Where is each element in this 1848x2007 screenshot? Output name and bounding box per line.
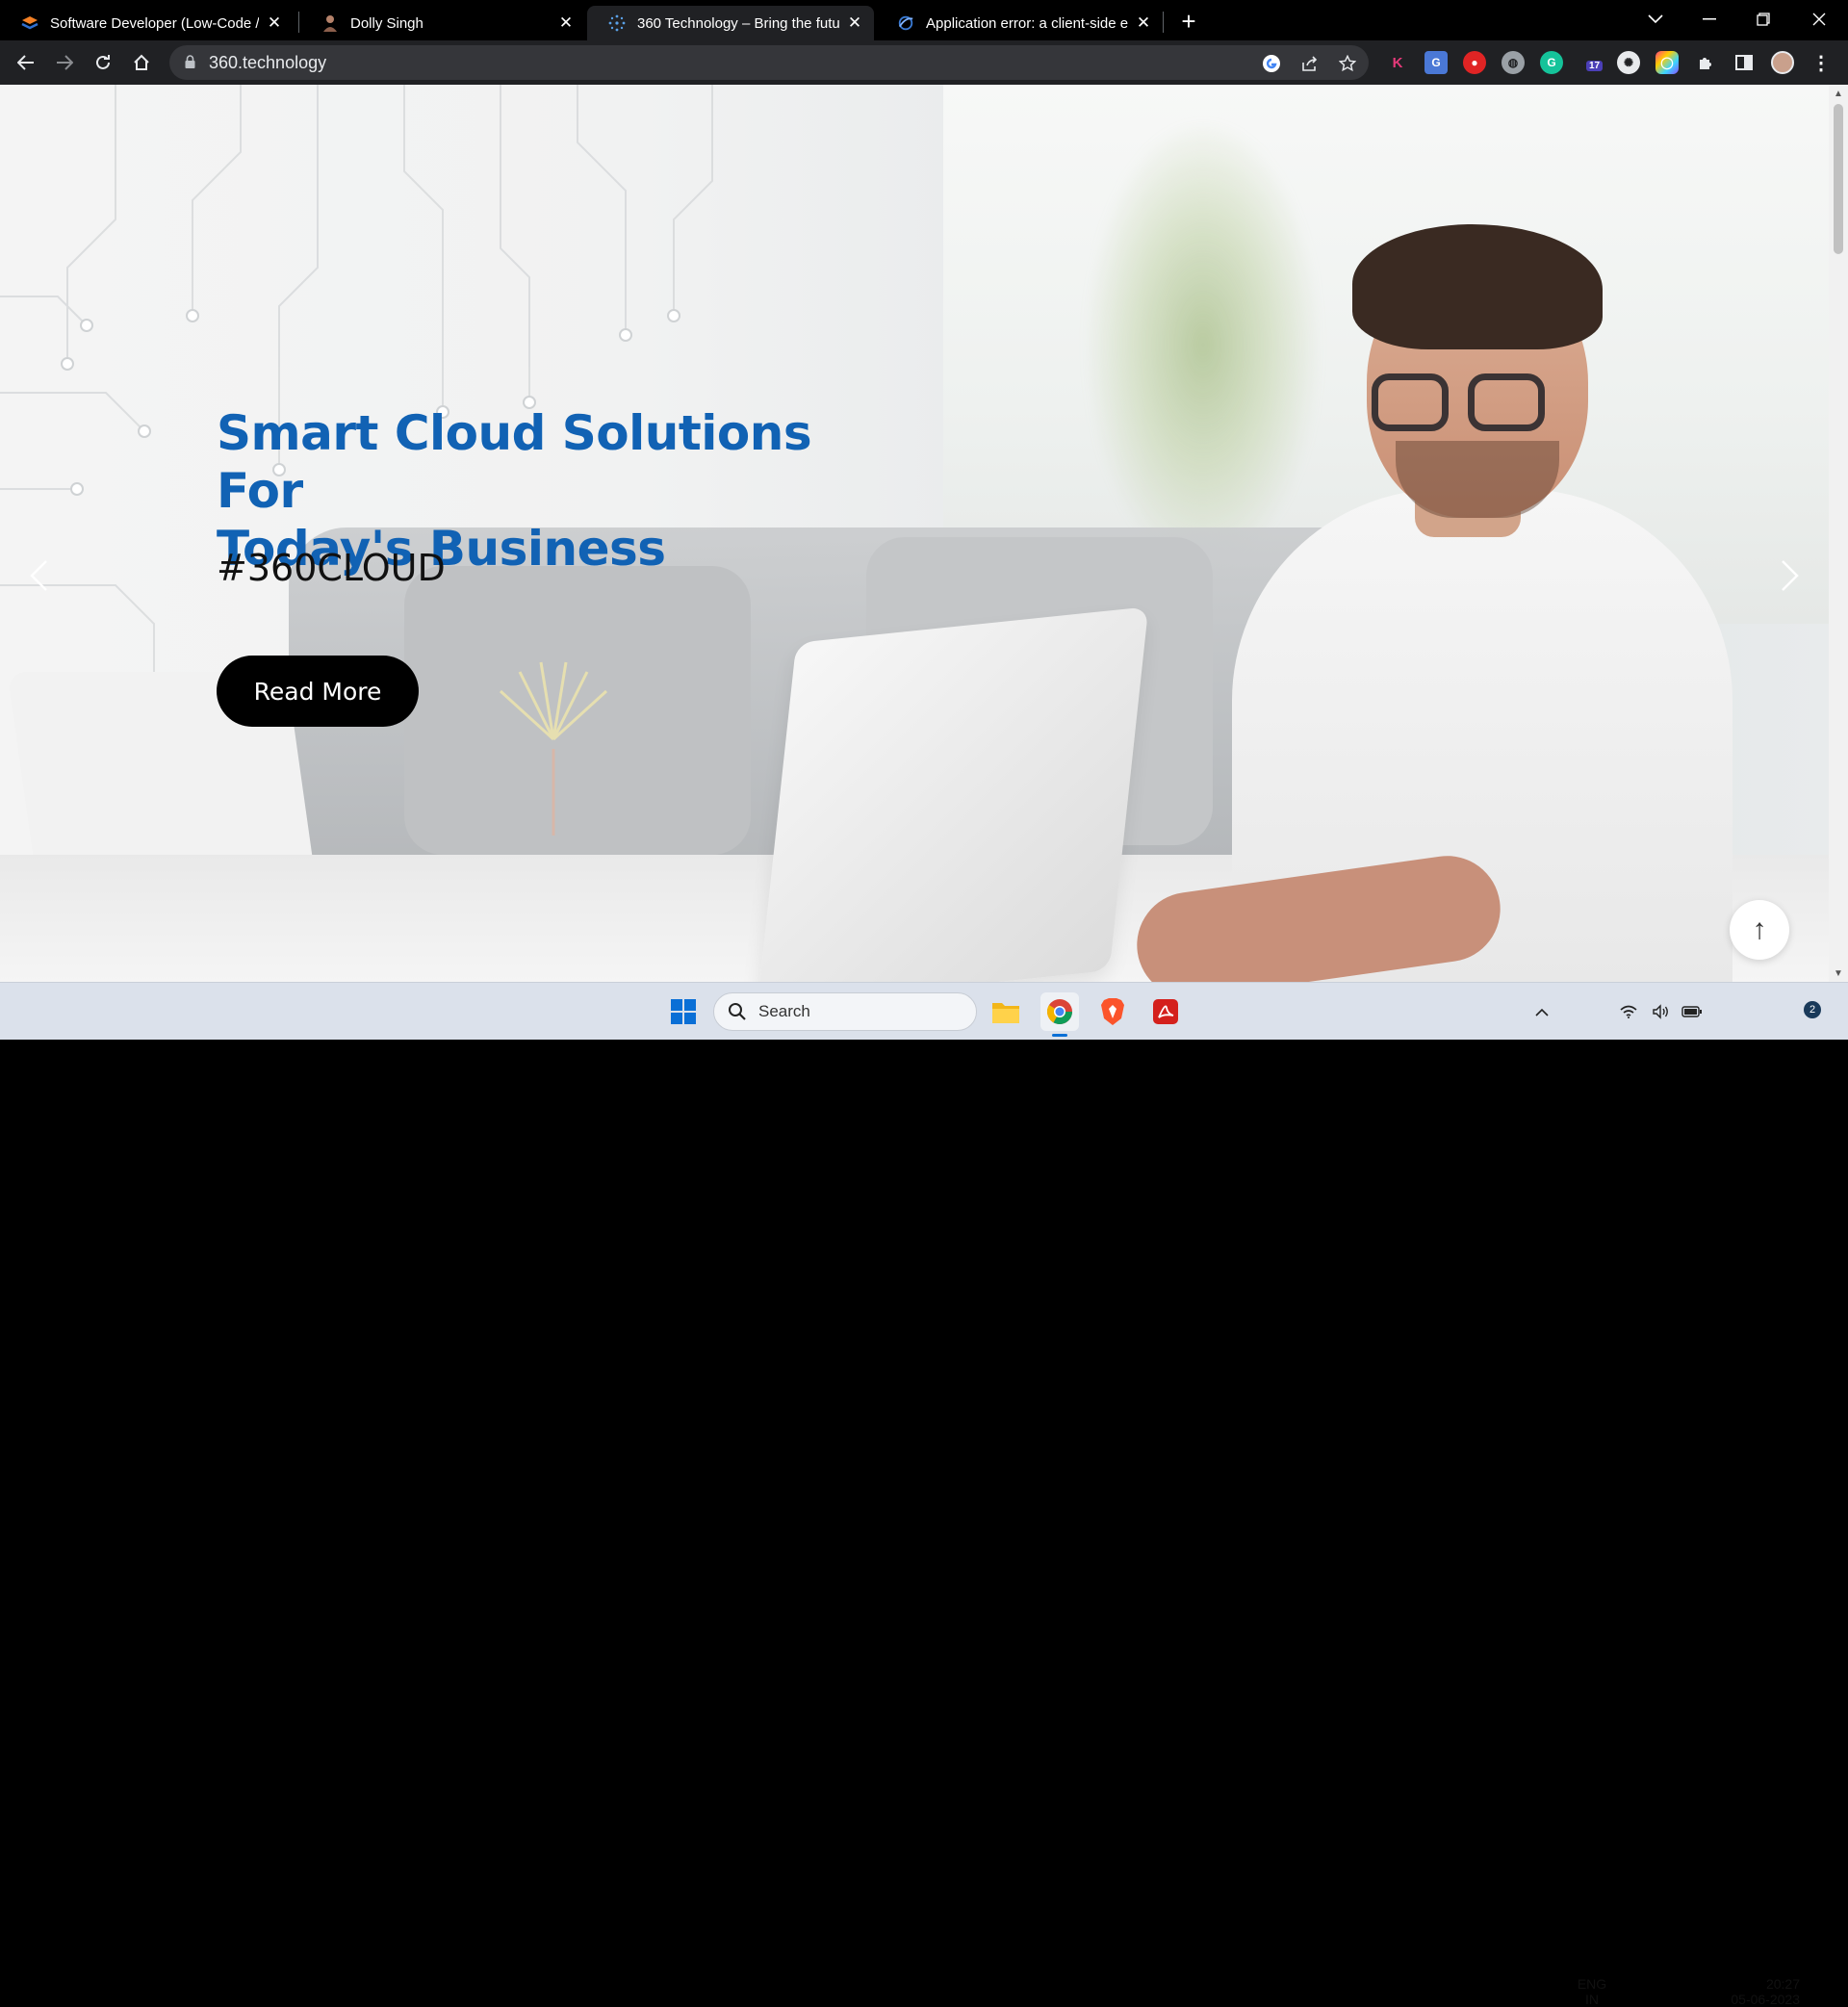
menu-kebab-icon[interactable]: ⋮ [1810, 51, 1833, 74]
battery-icon[interactable] [1679, 992, 1706, 1031]
notification-badge[interactable]: 2 [1804, 1001, 1821, 1018]
tab-title: Software Developer (Low-Code / [50, 14, 259, 32]
url-text: 360.technology [209, 53, 327, 72]
clock[interactable]: 20:27 05-06-2023 [1713, 1976, 1800, 2007]
search-label: Search [758, 1002, 810, 1020]
360-favicon-icon [608, 14, 626, 32]
page-scrollbar[interactable]: ▲ ▼ [1829, 85, 1848, 982]
restore-button[interactable] [1736, 0, 1790, 39]
tab-360-technology[interactable]: 360 Technology – Bring the future ✕ [587, 6, 874, 40]
app-favicon-icon [897, 14, 914, 32]
tab-title: Dolly Singh [350, 14, 424, 32]
scroll-thumb[interactable] [1834, 104, 1843, 254]
taskbar-search-box[interactable]: Search [713, 992, 977, 1031]
puzzle-extensions-icon[interactable] [1694, 51, 1717, 74]
home-button[interactable] [127, 48, 156, 77]
tab-title: Application error: a client-side ex [926, 14, 1128, 32]
forward-button[interactable] [50, 48, 79, 77]
hero-tagline: #360CLOUD [217, 547, 446, 589]
close-icon[interactable]: ✕ [845, 13, 864, 33]
browser-toolbar: 360.technology K G ● ◍ G 17 ✺ ◯ ⋮ [0, 40, 1848, 85]
counter-extension-icon[interactable]: 17 [1578, 51, 1604, 74]
tab-separator [298, 12, 299, 33]
google-lens-icon[interactable] [1261, 53, 1282, 74]
glasses [1372, 373, 1449, 431]
globe-extension-icon[interactable]: ◍ [1502, 51, 1525, 74]
brave-browser-icon[interactable] [1093, 992, 1132, 1031]
clock-time: 20:27 [1765, 1976, 1800, 1992]
back-to-top-button[interactable]: ↑ [1730, 900, 1789, 960]
translate-extension-icon[interactable]: G [1424, 51, 1448, 74]
address-bar[interactable]: 360.technology [169, 45, 1369, 80]
lock-icon[interactable] [185, 55, 195, 73]
region-code: IN [1585, 1992, 1599, 2007]
person-beard [1396, 441, 1559, 518]
laptop [757, 606, 1149, 982]
clock-date: 05-06-2023 [1731, 1992, 1800, 2007]
person-hair [1352, 224, 1603, 349]
windows-taskbar: Search ENG IN 20:27 05-06-2023 [0, 982, 1848, 2007]
tab-dolly-singh[interactable]: Dolly Singh ✕ [300, 6, 585, 40]
wifi-icon[interactable] [1615, 992, 1642, 1031]
chrome-taskbar-icon[interactable] [1040, 992, 1079, 1037]
profile-avatar[interactable] [1771, 51, 1794, 74]
search-icon [728, 1002, 747, 1021]
share-icon[interactable] [1299, 53, 1321, 74]
file-explorer-icon[interactable] [987, 992, 1025, 1031]
acrobat-reader-icon[interactable] [1146, 992, 1185, 1031]
minimize-button[interactable] [1682, 0, 1736, 39]
badge-count: 17 [1586, 61, 1604, 71]
tab-software-developer[interactable]: Software Developer (Low-Code / ✕ [0, 6, 294, 40]
hero-title-line: Smart Cloud Solutions For [217, 405, 812, 519]
carousel-next-button[interactable] [1771, 547, 1810, 605]
new-tab-button[interactable]: + [1175, 8, 1202, 35]
profile-favicon-icon [321, 14, 339, 32]
tab-search-button[interactable] [1629, 0, 1682, 39]
k-extension-icon[interactable]: K [1386, 51, 1409, 74]
language-code: ENG [1577, 1976, 1607, 1992]
carousel-prev-button[interactable] [19, 547, 58, 605]
glasses [1468, 373, 1545, 431]
close-icon[interactable]: ✕ [1134, 13, 1153, 33]
read-more-button[interactable]: Read More [217, 656, 419, 727]
close-icon[interactable]: ✕ [556, 13, 576, 33]
bookmark-star-icon[interactable] [1337, 53, 1358, 74]
tab-strip: Software Developer (Low-Code / ✕ Dolly S… [0, 0, 1848, 40]
close-window-button[interactable] [1792, 0, 1846, 39]
tab-separator [1163, 12, 1164, 33]
side-panel-icon[interactable] [1732, 51, 1756, 74]
language-indicator[interactable]: ENG IN [1573, 1976, 1611, 2007]
show-hidden-icons-chevron-icon[interactable] [1523, 992, 1561, 1031]
grammarly-extension-icon[interactable]: G [1540, 51, 1563, 74]
active-indicator [1052, 1034, 1067, 1037]
record-extension-icon[interactable]: ● [1463, 51, 1486, 74]
stack-favicon-icon [21, 14, 38, 32]
scroll-down-arrow-icon[interactable]: ▼ [1829, 965, 1848, 982]
reload-button[interactable] [89, 48, 117, 77]
close-icon[interactable]: ✕ [265, 13, 284, 33]
tab-title: 360 Technology – Bring the future [637, 14, 839, 32]
windows-start-icon[interactable] [664, 992, 703, 1031]
color-extension-icon[interactable]: ◯ [1656, 51, 1679, 74]
hero-carousel: Smart Cloud Solutions For Today's Busine… [0, 85, 1829, 982]
volume-icon[interactable] [1648, 992, 1675, 1031]
tab-application-error[interactable]: Application error: a client-side ex ✕ [876, 6, 1163, 40]
scroll-up-arrow-icon[interactable]: ▲ [1829, 85, 1848, 102]
background-plant [1088, 123, 1319, 566]
openai-extension-icon[interactable]: ✺ [1617, 51, 1640, 74]
back-button[interactable] [12, 48, 40, 77]
decor-plant [499, 661, 608, 836]
